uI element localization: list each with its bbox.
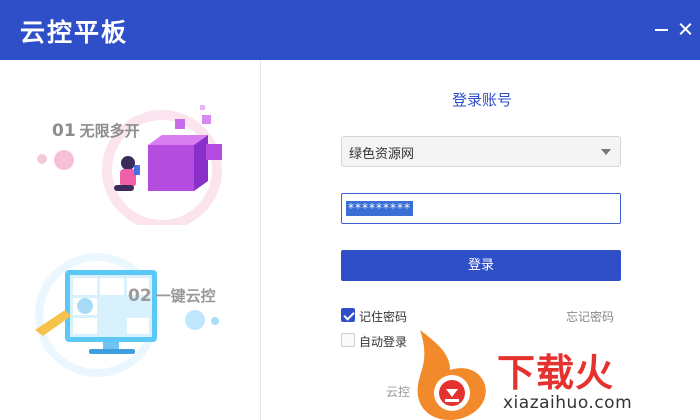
feature-label: 无限多开 [79, 122, 140, 140]
login-button[interactable]: 登录 [341, 250, 621, 281]
app-title: 云控平板 [20, 18, 129, 47]
feature-multi-open: 01 无限多开 [52, 120, 140, 141]
feature-label: 一键云控 [155, 287, 216, 305]
account-select[interactable]: 绿色资源网 [341, 136, 621, 167]
feature-number: 01 [52, 121, 76, 141]
password-value: ********* [346, 201, 413, 216]
feature-number: 02 [128, 286, 152, 306]
forgot-password-link[interactable]: 忘记密码 [566, 308, 614, 325]
footer-text: 云控 [386, 385, 411, 399]
chevron-down-icon[interactable] [601, 149, 611, 155]
panel-divider [260, 60, 261, 420]
feature-cloud-control: 02 一键云控 [128, 285, 216, 306]
remember-password-label[interactable]: 记住密码 [359, 308, 407, 325]
minimize-icon[interactable] [652, 19, 670, 39]
account-value: 绿色资源网 [349, 147, 415, 162]
watermark-name: 下载火 [497, 351, 615, 395]
auto-login-label[interactable]: 自动登录 [359, 333, 407, 350]
title-bar: 云控平板 [0, 0, 700, 60]
multi-open-illustration [37, 105, 222, 225]
login-title: 登录账号 [451, 91, 512, 109]
remember-password-checkbox[interactable] [341, 308, 355, 322]
auto-login-checkbox[interactable] [341, 333, 355, 347]
watermark-url: xiazaihuo.com [503, 393, 633, 413]
password-field[interactable]: ********* [341, 193, 621, 224]
cloud-control-illustration [35, 253, 219, 377]
close-icon[interactable] [676, 19, 696, 39]
